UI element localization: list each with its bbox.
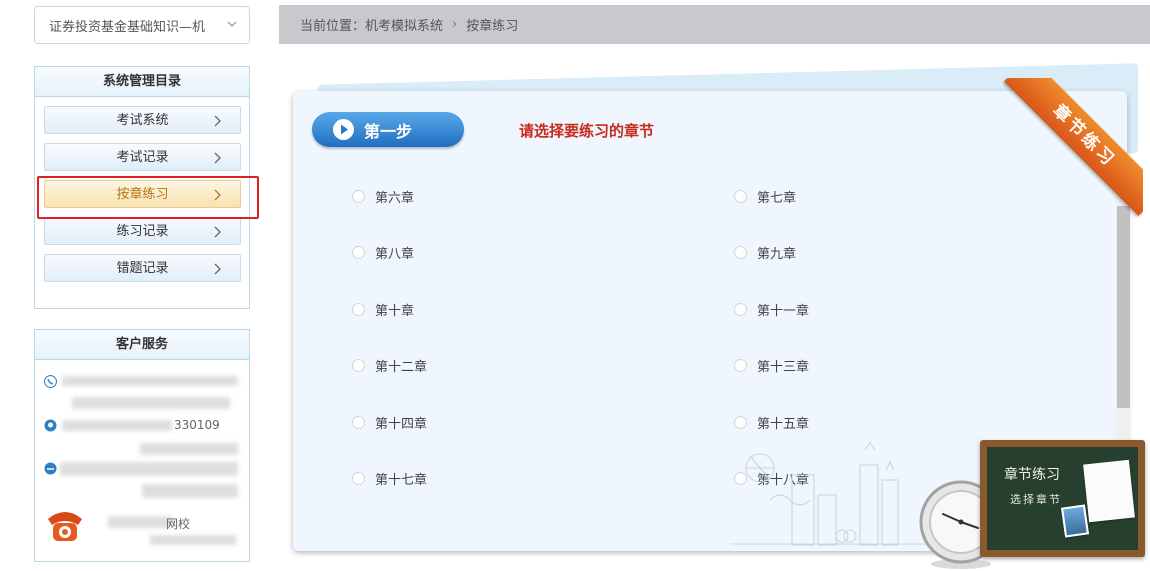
highlight-box xyxy=(37,176,259,219)
chapter-option[interactable]: 第十三章 xyxy=(734,356,809,375)
blurred-contact xyxy=(62,376,238,386)
chevron-right-icon xyxy=(214,115,221,127)
course-select-value: 证券投资基金基础知识—机 xyxy=(49,19,206,35)
menu-item-label: 考试系统 xyxy=(116,113,169,128)
chapter-label: 第六章 xyxy=(375,191,415,206)
chapter-option[interactable]: 第七章 xyxy=(734,187,796,206)
radio-button[interactable] xyxy=(352,190,365,203)
radio-button[interactable] xyxy=(734,246,747,259)
breadcrumb: 当前位置： 机考模拟系统 › 按章练习 xyxy=(279,5,1150,44)
menu-item-label: 考试记录 xyxy=(116,150,169,165)
radio-button[interactable] xyxy=(734,190,747,203)
radio-button[interactable] xyxy=(734,416,747,429)
chapter-label: 第十章 xyxy=(375,304,415,319)
menu-item-practice-records[interactable]: 练习记录 xyxy=(44,217,241,245)
blurred-contact xyxy=(60,462,238,476)
radio-button[interactable] xyxy=(352,359,365,372)
chapter-option[interactable]: 第九章 xyxy=(734,243,796,262)
step-one-button[interactable]: 第一步 xyxy=(312,112,464,147)
radio-button[interactable] xyxy=(734,359,747,372)
blackboard-subtitle: 选择章节 xyxy=(1010,493,1062,506)
chevron-down-icon xyxy=(227,21,237,27)
chapter-option[interactable]: 第十七章 xyxy=(352,469,427,488)
blurred-contact xyxy=(150,535,236,545)
menu-item-exam-records[interactable]: 考试记录 xyxy=(44,143,241,171)
chapter-label: 第十二章 xyxy=(375,360,428,375)
chat-icon xyxy=(44,462,57,475)
blurred-contact xyxy=(142,484,238,498)
menu-item-label: 练习记录 xyxy=(116,224,169,239)
blurred-contact xyxy=(140,443,238,455)
paper-note-icon xyxy=(1083,459,1135,523)
chapter-option[interactable]: 第十五章 xyxy=(734,413,809,432)
qq-icon xyxy=(44,419,57,432)
service-panel-title: 客户服务 xyxy=(35,330,249,360)
chapter-option[interactable]: 第六章 xyxy=(352,187,414,206)
chapter-option[interactable]: 第十章 xyxy=(352,300,414,319)
chevron-right-icon xyxy=(214,226,221,238)
course-select[interactable]: 证券投资基金基础知识—机 xyxy=(34,6,250,44)
menu-panel-title: 系统管理目录 xyxy=(35,67,249,97)
chapter-label: 第九章 xyxy=(757,247,797,262)
service-school-name: 网校 xyxy=(166,517,191,531)
radio-button[interactable] xyxy=(352,303,365,316)
photo-icon xyxy=(1061,504,1089,538)
blurred-contact xyxy=(62,420,172,431)
ribbon-label: 章节练习 xyxy=(1004,78,1143,216)
chapter-label: 第十四章 xyxy=(375,417,428,432)
blurred-contact xyxy=(108,516,172,528)
step-one-label: 第一步 xyxy=(364,121,413,141)
chevron-right-icon xyxy=(214,263,221,275)
chapter-label: 第十五章 xyxy=(757,417,810,432)
service-number: 330109 xyxy=(174,418,220,432)
radio-button[interactable] xyxy=(734,303,747,316)
phone-icon xyxy=(44,375,57,388)
radio-button[interactable] xyxy=(352,472,365,485)
breadcrumb-separator: › xyxy=(452,17,458,32)
city-sketch-illustration xyxy=(730,440,930,546)
chapter-prompt: 请选择要练习的章节 xyxy=(519,122,655,140)
scrollbar-thumb[interactable] xyxy=(1117,206,1130,408)
chapter-label: 第八章 xyxy=(375,247,415,262)
chapter-option[interactable]: 第十一章 xyxy=(734,300,809,319)
telephone-icon xyxy=(48,512,82,541)
blurred-contact xyxy=(72,397,230,409)
breadcrumb-prefix: 当前位置： xyxy=(300,19,366,34)
chapter-label: 第十七章 xyxy=(375,473,428,488)
menu-item-exam-system[interactable]: 考试系统 xyxy=(44,106,241,134)
menu-item-label: 错题记录 xyxy=(116,261,169,276)
radio-button[interactable] xyxy=(352,416,365,429)
chevron-right-icon xyxy=(214,152,221,164)
chapter-option[interactable]: 第八章 xyxy=(352,243,414,262)
chapter-practice-ribbon: 章节练习 xyxy=(1003,78,1143,218)
chapter-label: 第十三章 xyxy=(757,360,810,375)
menu-item-wrong-answers[interactable]: 错题记录 xyxy=(44,254,241,282)
radio-button[interactable] xyxy=(352,246,365,259)
chapter-option[interactable]: 第十二章 xyxy=(352,356,427,375)
chapter-label: 第七章 xyxy=(757,191,797,206)
breadcrumb-parent[interactable]: 机考模拟系统 xyxy=(365,15,443,34)
chapter-label: 第十一章 xyxy=(757,304,810,319)
chapter-option[interactable]: 第十四章 xyxy=(352,413,427,432)
breadcrumb-current[interactable]: 按章练习 xyxy=(466,15,518,34)
play-icon xyxy=(333,119,354,140)
blackboard-title: 章节练习 xyxy=(1004,467,1060,483)
